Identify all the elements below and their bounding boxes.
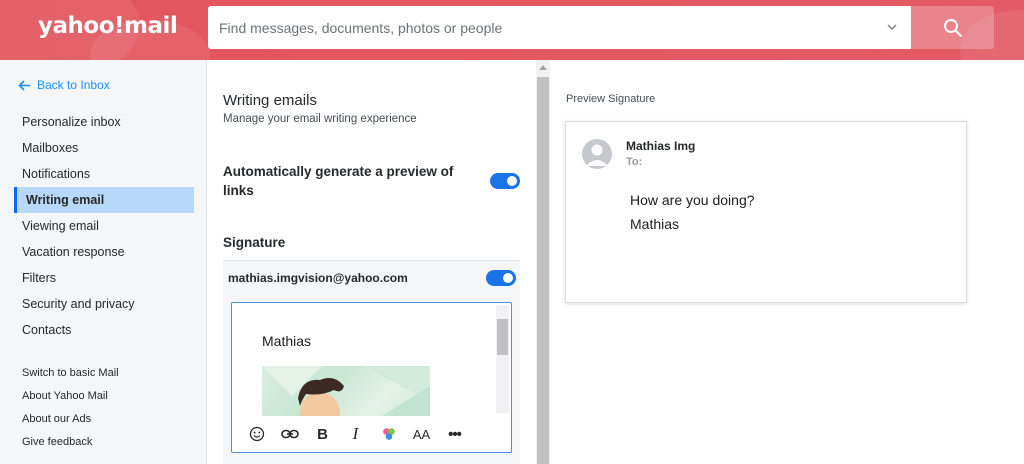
bold-button[interactable]: B — [306, 422, 339, 446]
signature-heading: Signature — [223, 235, 286, 250]
sidebar-item-vacation-response[interactable]: Vacation response — [14, 239, 194, 265]
back-to-inbox-link[interactable]: Back to Inbox — [18, 78, 110, 92]
sidebar-item-personalize-inbox[interactable]: Personalize inbox — [14, 109, 194, 135]
give-feedback-link[interactable]: Give feedback — [22, 431, 192, 454]
search-box — [208, 6, 911, 49]
bold-icon: B — [317, 425, 328, 443]
editor-scrollbar[interactable] — [496, 305, 509, 413]
sidebar-item-viewing-email[interactable]: Viewing email — [14, 213, 194, 239]
scroll-up-icon[interactable] — [539, 65, 547, 70]
sidebar-item-writing-email[interactable]: Writing email — [14, 187, 194, 213]
settings-sidebar: Back to Inbox Personalize inbox Mailboxe… — [0, 60, 207, 464]
about-ads-link[interactable]: About our Ads — [22, 408, 192, 431]
auto-preview-toggle[interactable] — [490, 173, 520, 189]
search-input[interactable] — [208, 6, 868, 49]
app-header: yahoo!mail — [0, 0, 1024, 60]
signature-text[interactable]: Mathias — [262, 333, 311, 349]
signature-panel: mathias.imgvision@yahoo.com Mathias B I … — [223, 260, 520, 464]
switch-basic-mail-link[interactable]: Switch to basic Mail — [22, 362, 192, 385]
italic-icon: I — [352, 424, 359, 443]
preview-signature-label: Preview Signature — [566, 93, 656, 105]
secondary-links: Switch to basic Mail About Yahoo Mail Ab… — [22, 362, 192, 454]
about-yahoo-mail-link[interactable]: About Yahoo Mail — [22, 385, 192, 408]
avatar — [582, 139, 612, 169]
preview-body: How are you doing? Mathias — [630, 188, 755, 236]
color-button[interactable] — [372, 422, 405, 446]
color-palette-icon — [382, 428, 395, 440]
sidebar-item-security-privacy[interactable]: Security and privacy — [14, 291, 194, 317]
more-options-button[interactable]: ••• — [438, 422, 471, 446]
font-size-button[interactable]: AA — [405, 422, 438, 446]
section-title: Writing emails — [223, 92, 317, 109]
font-size-icon: AA — [412, 426, 431, 442]
search-icon — [943, 18, 962, 37]
sidebar-item-notifications[interactable]: Notifications — [14, 161, 194, 187]
link-button[interactable] — [273, 422, 306, 446]
signature-editor[interactable]: Mathias B I AA ••• — [231, 302, 512, 453]
back-to-inbox-label: Back to Inbox — [37, 78, 110, 92]
sidebar-item-contacts[interactable]: Contacts — [14, 317, 194, 343]
preview-body-line-1: How are you doing? — [630, 192, 755, 208]
sidebar-item-filters[interactable]: Filters — [14, 265, 194, 291]
preview-to-label: To: — [626, 156, 643, 168]
more-icon: ••• — [448, 425, 462, 443]
auto-preview-label: Automatically generate a preview of link… — [223, 164, 454, 198]
preview-sender-name: Mathias Img — [626, 139, 696, 153]
writing-settings-pane: Writing emails Manage your email writing… — [208, 60, 536, 464]
settings-nav: Personalize inbox Mailboxes Notification… — [14, 109, 194, 343]
italic-button[interactable]: I — [339, 422, 372, 446]
yahoo-mail-logo[interactable]: yahoo!mail — [38, 13, 178, 39]
sidebar-item-mailboxes[interactable]: Mailboxes — [14, 135, 194, 161]
preview-signature-card: Mathias Img To: How are you doing? Mathi… — [565, 121, 967, 303]
signature-account-email: mathias.imgvision@yahoo.com — [228, 271, 408, 285]
emoji-button[interactable] — [240, 422, 273, 446]
chevron-down-icon[interactable] — [885, 20, 899, 34]
editor-toolbar: B I AA ••• — [232, 416, 511, 452]
arrow-left-icon — [18, 79, 30, 91]
search-button[interactable] — [911, 6, 994, 49]
signature-avatar-image — [262, 366, 430, 416]
settings-pane-scrollbar[interactable] — [536, 60, 550, 464]
signature-toggle[interactable] — [486, 270, 516, 286]
user-avatar-icon — [586, 144, 608, 166]
section-subtitle: Manage your email writing experience — [223, 113, 417, 125]
scrollbar-thumb[interactable] — [537, 77, 549, 464]
preview-body-line-2: Mathias — [630, 216, 680, 232]
emoji-icon — [249, 426, 264, 442]
link-icon — [280, 429, 299, 439]
